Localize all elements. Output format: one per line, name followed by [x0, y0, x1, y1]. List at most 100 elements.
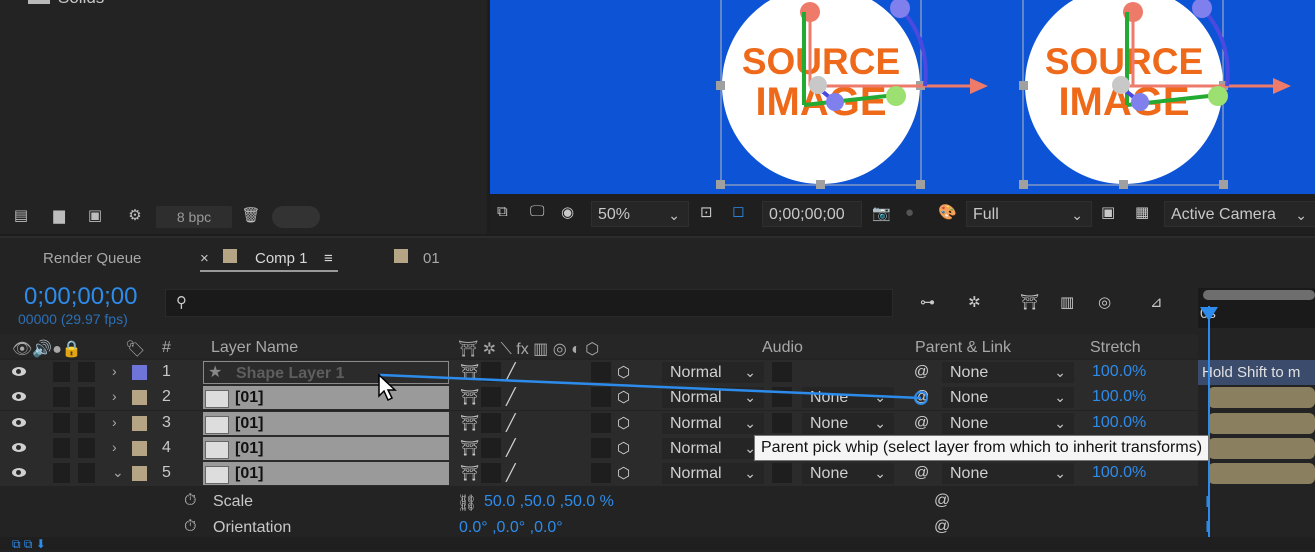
- label-color-swatch[interactable]: [132, 466, 147, 481]
- lock-switch[interactable]: [78, 413, 95, 433]
- parent-dropdown[interactable]: None ⌄: [942, 463, 1074, 484]
- label-color-swatch[interactable]: [132, 416, 147, 431]
- new-composition-icon[interactable]: ▣: [82, 206, 108, 228]
- 3d-layer-icon[interactable]: ⬡: [617, 464, 630, 482]
- preserve-transparency-switch[interactable]: [772, 463, 792, 483]
- collapse-switch[interactable]: [481, 413, 501, 433]
- show-snapshot-icon[interactable]: ●: [905, 204, 914, 221]
- tab-render-queue[interactable]: Render Queue: [43, 250, 141, 267]
- chevron-right-icon[interactable]: ›: [112, 439, 117, 455]
- playhead-handle-icon[interactable]: [1200, 307, 1218, 321]
- shy-switch-icon[interactable]: ⛩: [460, 414, 479, 432]
- label-color-swatch[interactable]: [132, 365, 147, 380]
- stretch-value[interactable]: 100.0%: [1092, 464, 1146, 482]
- solo-switch[interactable]: [53, 362, 70, 382]
- blend-mode-dropdown[interactable]: Normal ⌄: [662, 438, 764, 459]
- layer-name-cell[interactable]: [01]: [203, 412, 449, 435]
- layer-name-header[interactable]: Layer Name: [211, 339, 298, 357]
- blend-mode-dropdown[interactable]: Normal ⌄: [662, 413, 764, 434]
- stopwatch-icon[interactable]: ⏱: [184, 518, 196, 536]
- motion-blur-icon[interactable]: ◎: [1098, 293, 1111, 311]
- lock-switch[interactable]: [78, 387, 95, 407]
- region-of-interest-icon[interactable]: ⊡: [700, 203, 713, 221]
- graph-editor-icon[interactable]: ⊿: [1150, 293, 1163, 311]
- layer-name-cell[interactable]: [01]: [203, 462, 449, 485]
- orientation-value[interactable]: 0.0° ,0.0° ,0.0°: [459, 519, 563, 537]
- color-channels-icon[interactable]: 🎨: [938, 203, 957, 221]
- adjustment-switch[interactable]: [591, 413, 611, 433]
- visibility-eye-icon[interactable]: [12, 367, 26, 376]
- 3d-layer-icon[interactable]: ⬡: [617, 439, 630, 457]
- layer-duration-bar[interactable]: [1208, 413, 1315, 434]
- composition-flowchart-icon[interactable]: ⊶: [920, 293, 935, 311]
- chevron-right-icon[interactable]: ›: [112, 363, 117, 379]
- project-search-toggle[interactable]: [272, 206, 320, 228]
- hide-shy-layers-icon[interactable]: ⛩: [1020, 293, 1039, 311]
- close-tab-icon[interactable]: ×: [200, 250, 209, 267]
- preserve-transparency-switch[interactable]: [772, 413, 792, 433]
- snapshot-icon[interactable]: 📷: [872, 204, 891, 222]
- adjustment-switch[interactable]: [591, 463, 611, 483]
- monitor-icon[interactable]: 🖵: [530, 203, 544, 220]
- work-area-bar[interactable]: [1203, 290, 1315, 300]
- new-folder-icon[interactable]: ▆: [46, 206, 72, 228]
- layer-search-input[interactable]: ⚲: [165, 289, 893, 317]
- parent-dropdown[interactable]: None ⌄: [942, 362, 1074, 383]
- fast-previews-icon[interactable]: ▣: [1101, 203, 1115, 221]
- adjustment-switch[interactable]: [591, 438, 611, 458]
- resolution-dropdown[interactable]: Full ⌄: [966, 201, 1092, 227]
- pick-whip-icon[interactable]: @: [934, 492, 950, 510]
- layer-duration-bar[interactable]: [1208, 387, 1315, 408]
- stopwatch-icon[interactable]: ⏱: [184, 492, 196, 510]
- interpret-footage-icon[interactable]: ▤: [8, 206, 34, 228]
- solo-switch[interactable]: [53, 438, 70, 458]
- layer-name-cell[interactable]: [01]: [203, 437, 449, 460]
- scale-value[interactable]: 50.0 ,50.0 ,50.0 %: [484, 493, 614, 511]
- visibility-eye-icon[interactable]: [12, 392, 26, 401]
- 3d-layer-icon[interactable]: ⬡: [617, 414, 630, 432]
- shy-switch-icon[interactable]: ⛩: [460, 439, 479, 457]
- track-matte-dropdown[interactable]: None ⌄: [802, 463, 894, 484]
- playhead[interactable]: [1208, 306, 1210, 550]
- viewer-timecode[interactable]: 0;00;00;00: [762, 201, 862, 227]
- pick-whip-icon[interactable]: @: [914, 464, 929, 481]
- solo-switch[interactable]: [53, 387, 70, 407]
- trash-icon[interactable]: 🗑: [238, 206, 264, 228]
- shape-layer-bar[interactable]: Hold Shift to m: [1198, 360, 1315, 385]
- track-matte-dropdown[interactable]: None ⌄: [802, 413, 894, 434]
- layer-duration-bar[interactable]: [1208, 438, 1315, 459]
- lock-switch[interactable]: [78, 438, 95, 458]
- quality-switch-icon[interactable]: ╱: [506, 463, 516, 483]
- current-time-display[interactable]: 0;00;00;00: [24, 283, 137, 311]
- visibility-eye-icon[interactable]: [12, 468, 26, 477]
- stretch-value[interactable]: 100.0%: [1092, 388, 1146, 406]
- chevron-right-icon[interactable]: ›: [112, 414, 117, 430]
- collapse-switch[interactable]: [481, 463, 501, 483]
- label-color-swatch[interactable]: [132, 441, 147, 456]
- tab-footage-01[interactable]: 01: [423, 250, 440, 267]
- project-settings-icon[interactable]: ⚙: [120, 206, 150, 228]
- blend-mode-dropdown[interactable]: Normal ⌄: [662, 463, 764, 484]
- tab-comp-1[interactable]: Comp 1: [255, 250, 308, 267]
- transparency-grid-icon[interactable]: ◻: [732, 202, 744, 220]
- toggle-transparency-grid-icon[interactable]: ▦: [1135, 203, 1149, 221]
- draft-3d-icon[interactable]: ✲: [968, 293, 981, 311]
- tab-menu-icon[interactable]: ≡: [324, 250, 333, 267]
- always-preview-icon[interactable]: ⧉: [497, 203, 508, 220]
- chevron-down-icon[interactable]: ⌄: [112, 464, 124, 481]
- layer-duration-bar[interactable]: [1208, 463, 1315, 484]
- quality-switch-icon[interactable]: ╱: [506, 413, 516, 433]
- shy-switch-icon[interactable]: ⛩: [460, 464, 479, 482]
- lock-switch[interactable]: [78, 463, 95, 483]
- layer-row[interactable]: › 3 [01] ⛩ ╱ ⬡ Normal ⌄ None ⌄ @ None ⌄ 100.0%: [0, 411, 1198, 436]
- camera-view-dropdown[interactable]: Active Camera ⌄: [1164, 201, 1315, 227]
- layer-row[interactable]: ⌄ 5 [01] ⛩ ╱ ⬡ Normal ⌄ None ⌄ @ None ⌄ 100.0%: [0, 461, 1198, 486]
- parent-dropdown[interactable]: None ⌄: [942, 387, 1074, 408]
- pick-whip-icon[interactable]: @: [914, 414, 929, 431]
- frame-blending-icon[interactable]: ▥: [1060, 293, 1074, 311]
- lock-switch[interactable]: [78, 362, 95, 382]
- constrain-proportions-icon[interactable]: ⛓: [457, 493, 477, 513]
- collapse-switch[interactable]: [481, 438, 501, 458]
- visibility-eye-icon[interactable]: [12, 443, 26, 452]
- stretch-value[interactable]: 100.0%: [1092, 363, 1146, 381]
